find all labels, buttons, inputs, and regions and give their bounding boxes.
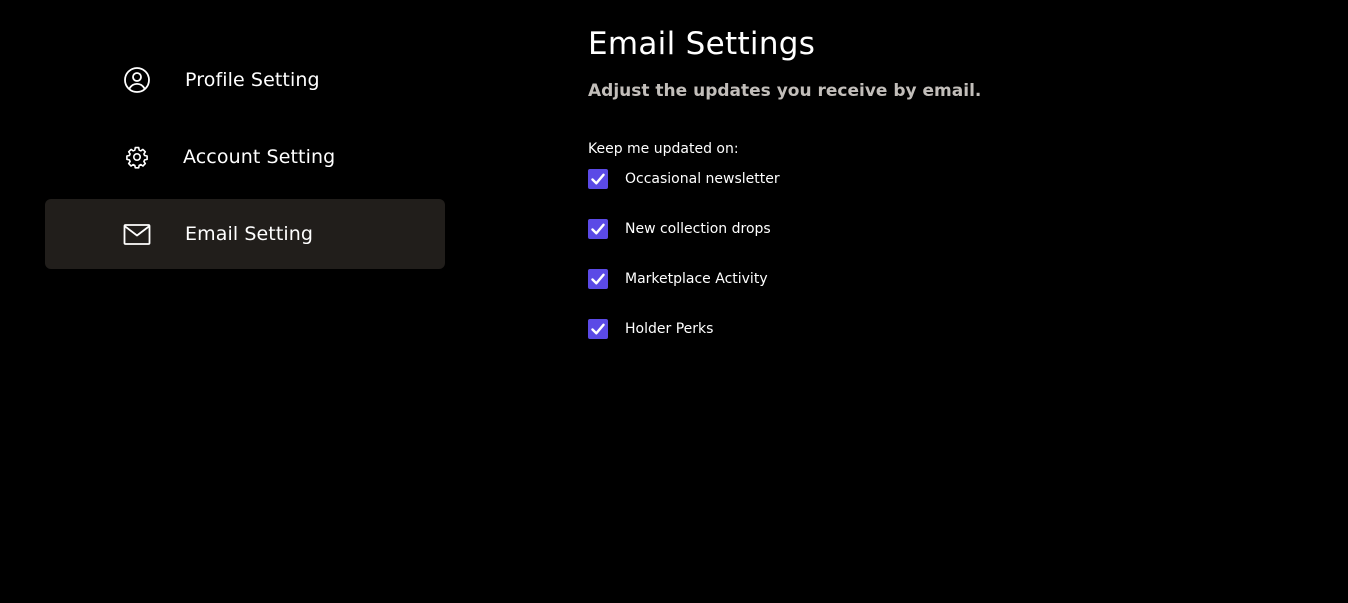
option-new-collection-drops[interactable]: New collection drops — [588, 219, 981, 239]
option-label: Marketplace Activity — [625, 271, 768, 287]
page-title: Email Settings — [588, 26, 816, 62]
gear-icon — [126, 146, 148, 169]
page-subtitle: Adjust the updates you receive by email. — [588, 81, 982, 101]
checkbox[interactable] — [588, 319, 608, 339]
sidebar-item-account-setting[interactable]: Account Setting — [45, 122, 445, 192]
email-options-list: Occasional newsletter New collection dro… — [588, 169, 981, 339]
mail-icon — [123, 224, 151, 245]
email-settings-panel: Email Settings Adjust the updates you re… — [588, 22, 981, 369]
sidebar-item-label: Profile Setting — [185, 69, 320, 91]
checkbox[interactable] — [588, 219, 608, 239]
checkmark-icon — [591, 223, 605, 235]
checkmark-icon — [591, 323, 605, 335]
updates-group-label: Keep me updated on: — [588, 141, 739, 157]
checkbox[interactable] — [588, 169, 608, 189]
sidebar-item-profile-setting[interactable]: Profile Setting — [45, 45, 445, 115]
checkmark-icon — [591, 273, 605, 285]
user-circle-icon — [124, 67, 150, 93]
option-occasional-newsletter[interactable]: Occasional newsletter — [588, 169, 981, 189]
settings-page: Profile Setting Account Setting Email Se… — [0, 0, 1348, 603]
sidebar-item-email-setting[interactable]: Email Setting — [45, 199, 445, 269]
option-holder-perks[interactable]: Holder Perks — [588, 319, 981, 339]
sidebar-item-label: Account Setting — [183, 146, 336, 168]
checkbox[interactable] — [588, 269, 608, 289]
option-label: Holder Perks — [625, 321, 714, 337]
checkmark-icon — [591, 173, 605, 185]
sidebar-item-label: Email Setting — [185, 223, 314, 245]
option-label: Occasional newsletter — [625, 171, 780, 187]
settings-sidebar: Profile Setting Account Setting Email Se… — [45, 45, 445, 276]
option-marketplace-activity[interactable]: Marketplace Activity — [588, 269, 981, 289]
option-label: New collection drops — [625, 221, 771, 237]
